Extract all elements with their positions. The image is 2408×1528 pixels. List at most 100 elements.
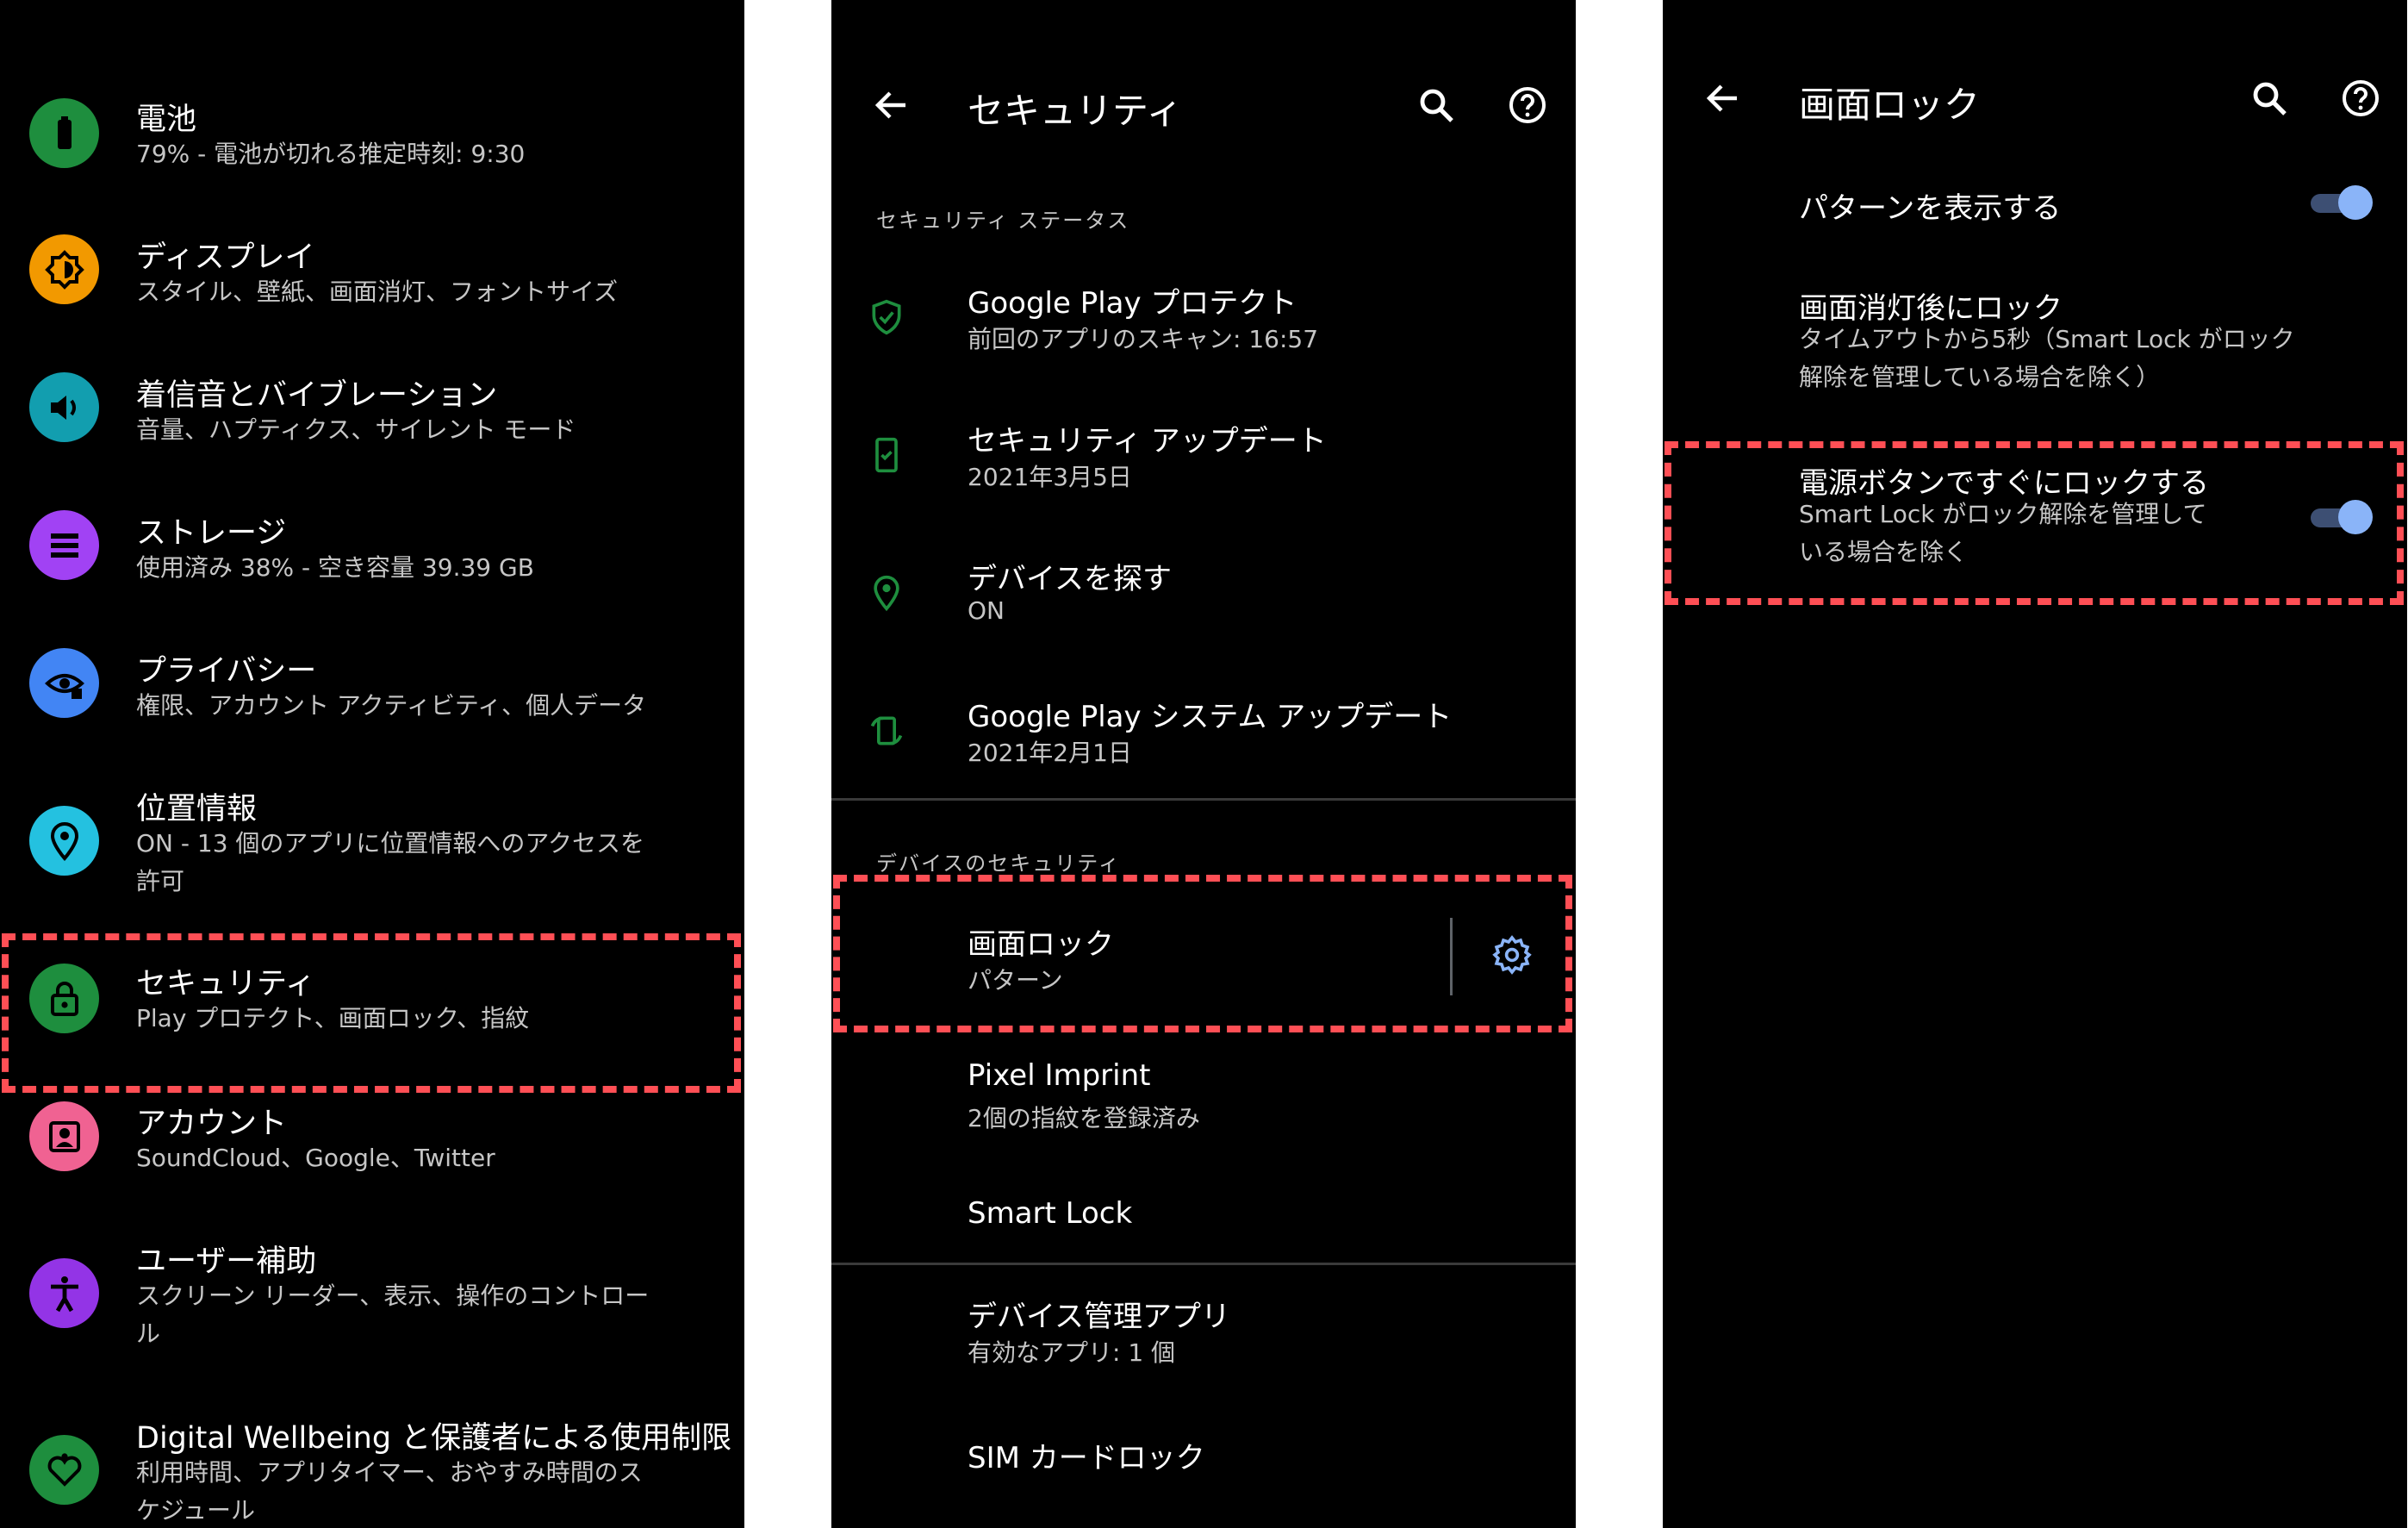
- settings-item-subtitle: 79% - 電池が切れる推定時刻: 9:30: [136, 140, 526, 168]
- settings-panel: 電池 79% - 電池が切れる推定時刻: 9:30 ディスプレイ スタイル、壁紙…: [0, 0, 744, 1528]
- row-title: 画面ロック: [968, 927, 1114, 962]
- settings-item-title: 着信音とバイブレーション: [136, 378, 498, 413]
- storage-icon: [29, 510, 99, 580]
- search-icon: [1420, 89, 1453, 122]
- settings-item-title: ユーザー補助: [136, 1244, 317, 1279]
- search-icon: [2253, 82, 2287, 115]
- security-item-sim-lock[interactable]: SIM カードロック: [831, 1413, 1576, 1517]
- settings-item-subtitle: スクリーン リーダー、表示、操作のコントロー ル: [136, 1282, 650, 1348]
- divider: [831, 798, 1576, 801]
- arrow-back-icon: [1706, 84, 1737, 112]
- settings-item-subtitle: ON - 13 個のアプリに位置情報へのアクセスを 許可: [136, 829, 645, 895]
- setting-lock-after-timeout[interactable]: 画面消灯後にロック タイムアウトから5秒（Smart Lock がロック 解除を…: [1663, 276, 2407, 422]
- accessibility-icon: [29, 1258, 99, 1328]
- row-title: Smart Lock: [968, 1196, 1133, 1231]
- row-subtitle: パターン: [968, 966, 1063, 995]
- location-pin-icon: [864, 571, 909, 615]
- screen-lock-settings-button[interactable]: [1484, 927, 1540, 982]
- settings-item-subtitle: スタイル、壁紙、画面消灯、フォントサイズ: [136, 278, 619, 306]
- settings-item-title: プライバシー: [136, 654, 317, 689]
- settings-item-location[interactable]: 位置情報 ON - 13 個のアプリに位置情報へのアクセスを 許可: [0, 776, 744, 948]
- row-subtitle: ON: [968, 596, 1005, 625]
- settings-item-title: Digital Wellbeing と保護者による使用制限: [136, 1421, 732, 1456]
- help-button[interactable]: [2333, 71, 2388, 126]
- settings-item-title: アカウント: [136, 1107, 288, 1141]
- back-button[interactable]: [1697, 72, 1749, 124]
- settings-item-digital-wellbeing[interactable]: Digital Wellbeing と保護者による使用制限 利用時間、アプリタイ…: [0, 1405, 744, 1528]
- help-button[interactable]: [1500, 78, 1555, 133]
- settings-item-security[interactable]: セキュリティ Play プロテクト、画面ロック、指紋: [0, 952, 744, 1090]
- row-subtitle: タイムアウトから5秒（Smart Lock がロック 解除を管理している場合を除…: [1799, 325, 2295, 391]
- help-icon: [2343, 80, 2379, 116]
- account-box-icon: [29, 1101, 99, 1171]
- settings-item-sound[interactable]: 着信音とバイブレーション 音量、ハプティクス、サイレント モード: [0, 362, 744, 500]
- lock-icon: [29, 964, 99, 1033]
- system-update-icon: [864, 708, 909, 753]
- gear-icon: [1492, 935, 1532, 975]
- settings-item-battery[interactable]: 電池 79% - 電池が切れる推定時刻: 9:30: [0, 86, 744, 224]
- row-title: SIM カードロック: [968, 1441, 1205, 1475]
- settings-item-title: ディスプレイ: [136, 240, 315, 275]
- security-item-find-device[interactable]: デバイスを探す ON: [831, 543, 1576, 681]
- row-subtitle: 有効なアプリ: 1 個: [968, 1338, 1176, 1367]
- security-item-system-update[interactable]: Google Play システム アップデート 2021年2月1日: [831, 681, 1576, 801]
- search-button[interactable]: [2242, 71, 2297, 126]
- screen-lock-panel: 画面ロック パターンを表示する 画面消灯後にロック タイムアウトから5秒（Sma…: [1663, 0, 2407, 1528]
- settings-item-title: 位置情報: [136, 792, 258, 826]
- section-header-status: セキュリティ ステータス: [876, 209, 1130, 233]
- settings-item-subtitle: SoundCloud、Google、Twitter: [136, 1144, 495, 1172]
- row-title: パターンを表示する: [1799, 191, 2062, 226]
- row-subtitle: Smart Lock がロック解除を管理して いる場合を除く: [1799, 500, 2207, 566]
- divider: [831, 1263, 1576, 1265]
- row-subtitle: 2021年2月1日: [968, 739, 1132, 767]
- row-title: セキュリティ アップデート: [968, 424, 1327, 458]
- help-icon: [1509, 87, 1546, 123]
- location-pin-icon: [29, 806, 99, 876]
- settings-item-title: ストレージ: [136, 516, 287, 551]
- setting-power-button-lock[interactable]: 電源ボタンですぐにロックする Smart Lock がロック解除を管理して いる…: [1663, 452, 2407, 590]
- power-button-lock-toggle[interactable]: [2311, 500, 2373, 534]
- vertical-separator: [1450, 918, 1453, 995]
- security-item-pixel-imprint[interactable]: Pixel Imprint 2個の指紋を登録済み: [831, 1034, 1576, 1172]
- row-title: Pixel Imprint: [968, 1058, 1151, 1093]
- search-button[interactable]: [1409, 78, 1464, 133]
- setting-show-pattern[interactable]: パターンを表示する: [1663, 164, 2407, 267]
- settings-item-subtitle: 音量、ハプティクス、サイレント モード: [136, 415, 576, 444]
- wellbeing-heart-icon: [29, 1435, 99, 1505]
- settings-item-display[interactable]: ディスプレイ スタイル、壁紙、画面消灯、フォントサイズ: [0, 224, 744, 362]
- settings-item-subtitle: 利用時間、アプリタイマー、おやすみ時間のス ケジュール: [136, 1458, 643, 1525]
- row-title: デバイスを探す: [968, 562, 1172, 596]
- settings-item-privacy[interactable]: プライバシー 権限、アカウント アクティビティ、個人データ: [0, 638, 744, 776]
- security-item-screen-lock[interactable]: 画面ロック パターン: [831, 888, 1576, 1026]
- toggle-thumb: [2338, 185, 2373, 220]
- settings-item-storage[interactable]: ストレージ 使用済み 38% - 空き容量 39.39 GB: [0, 500, 744, 638]
- settings-item-subtitle: 権限、アカウント アクティビティ、個人データ: [136, 691, 647, 720]
- row-subtitle: 2021年3月5日: [968, 463, 1132, 491]
- toggle-thumb: [2338, 500, 2373, 534]
- security-item-smart-lock[interactable]: Smart Lock: [831, 1172, 1576, 1267]
- battery-icon: [29, 98, 99, 168]
- show-pattern-toggle[interactable]: [2311, 185, 2373, 220]
- settings-item-subtitle: 使用済み 38% - 空き容量 39.39 GB: [136, 553, 534, 582]
- volume-icon: [29, 372, 99, 442]
- shield-check-icon: [864, 295, 909, 340]
- phone-check-icon: [864, 433, 909, 477]
- security-panel: セキュリティ セキュリティ ステータス Google Play プロテクト 前回…: [831, 0, 1576, 1528]
- row-title: Google Play システム アップデート: [968, 700, 1453, 734]
- privacy-eye-icon: [29, 648, 99, 718]
- section-header-device-security: デバイスのセキュリティ: [876, 851, 1121, 876]
- display-brightness-icon: [29, 234, 99, 304]
- security-item-play-protect[interactable]: Google Play プロテクト 前回のアプリのスキャン: 16:57: [831, 267, 1576, 405]
- settings-item-subtitle: Play プロテクト、画面ロック、指紋: [136, 1004, 530, 1032]
- row-title: Google Play プロテクト: [968, 286, 1297, 321]
- back-button[interactable]: [866, 79, 918, 131]
- settings-item-title: 電池: [136, 103, 197, 137]
- security-item-device-admin[interactable]: デバイス管理アプリ 有効なアプリ: 1 個: [831, 1275, 1576, 1413]
- settings-item-accessibility[interactable]: ユーザー補助 スクリーン リーダー、表示、操作のコントロー ル: [0, 1228, 744, 1400]
- row-subtitle: 前回のアプリのスキャン: 16:57: [968, 325, 1319, 353]
- settings-item-accounts[interactable]: アカウント SoundCloud、Google、Twitter: [0, 1090, 744, 1228]
- security-item-security-update[interactable]: セキュリティ アップデート 2021年3月5日: [831, 405, 1576, 543]
- page-title: 画面ロック: [1799, 84, 1981, 126]
- arrow-back-icon: [874, 91, 905, 119]
- settings-item-title: セキュリティ: [136, 967, 315, 1001]
